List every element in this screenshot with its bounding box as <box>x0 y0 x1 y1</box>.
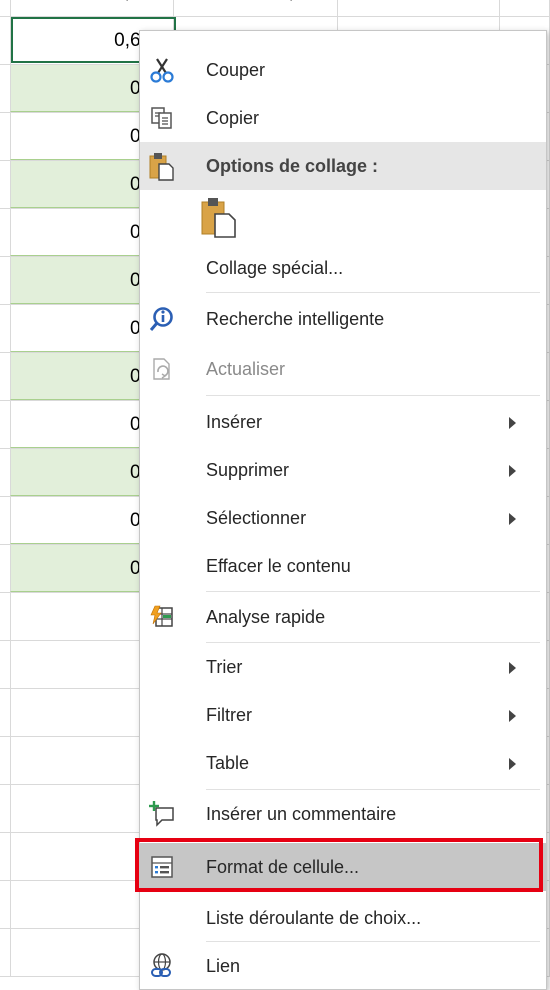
menu-item-refresh: Actualiser <box>140 345 546 393</box>
separator <box>206 395 540 396</box>
submenu-arrow-icon <box>509 465 516 477</box>
menu-item-label: Recherche intelligente <box>206 309 385 329</box>
menu-item-label: Collage spécial... <box>206 258 344 278</box>
clipboard-icon <box>144 148 180 184</box>
menu-item-paste-special[interactable]: Collage spécial... <box>140 244 546 292</box>
cell[interactable]: 0,17 8 <box>174 0 338 16</box>
new-comment-icon <box>144 796 180 832</box>
menu-item-link[interactable]: Lien <box>140 942 546 990</box>
menu-item-table[interactable]: Table <box>140 739 546 787</box>
paste-button[interactable] <box>140 190 546 244</box>
menu-item-label: Insérer <box>206 412 263 432</box>
menu-header-paste-options: Options de collage : <box>140 142 546 190</box>
menu-item-label: Format de cellule... <box>206 857 360 877</box>
menu-item-select[interactable]: Sélectionner <box>140 494 546 542</box>
menu-item-clear-contents[interactable]: Effacer le contenu <box>140 542 546 590</box>
cell[interactable] <box>500 0 550 16</box>
menu-item-insert[interactable]: Insérer <box>140 398 546 446</box>
link-icon <box>144 948 180 984</box>
menu-item-filter[interactable]: Filtrer <box>140 691 546 739</box>
paste-icon <box>196 194 242 240</box>
menu-item-label: Actualiser <box>206 359 286 379</box>
menu-item-quick-analysis[interactable]: Analyse rapide <box>140 593 546 641</box>
submenu-arrow-icon <box>509 710 516 722</box>
separator <box>206 591 540 592</box>
menu-item-delete[interactable]: Supprimer <box>140 446 546 494</box>
format-cells-icon <box>144 849 180 885</box>
menu-item-sort[interactable]: Trier <box>140 643 546 691</box>
menu-item-cut[interactable]: Couper <box>140 46 546 94</box>
menu-item-pick-list[interactable]: Liste déroulante de choix... <box>140 894 546 942</box>
menu-item-smart-lookup[interactable]: Recherche intelligente <box>140 295 546 343</box>
refresh-icon <box>144 351 180 387</box>
submenu-arrow-icon <box>509 662 516 674</box>
table-row: 0,91 8 0,17 8 <box>0 0 550 17</box>
menu-item-label: Trier <box>206 657 243 677</box>
menu-item-label: Liste déroulante de choix... <box>206 908 422 928</box>
menu-item-label: Filtrer <box>206 705 252 725</box>
menu-item-label: Copier <box>206 108 260 128</box>
menu-item-label: Analyse rapide <box>206 607 326 627</box>
submenu-arrow-icon <box>509 758 516 770</box>
menu-item-format-cells[interactable]: Format de cellule... <box>135 838 546 892</box>
scissors-icon <box>144 52 180 88</box>
menu-item-label: Table <box>206 753 250 773</box>
menu-item-label: Lien <box>206 956 241 976</box>
menu-item-label: Insérer un commentaire <box>206 804 397 824</box>
cell[interactable] <box>338 0 500 16</box>
context-menu: Couper Copier Options de collage : Colla… <box>135 30 547 990</box>
menu-item-label: Couper <box>206 60 266 80</box>
menu-item-copy[interactable]: Copier <box>140 94 546 142</box>
menu-item-insert-comment[interactable]: Insérer un commentaire <box>140 790 546 838</box>
quick-analysis-icon <box>144 599 180 635</box>
separator <box>206 292 540 293</box>
cell[interactable]: 0,91 8 <box>10 0 174 16</box>
submenu-arrow-icon <box>509 513 516 525</box>
submenu-arrow-icon <box>509 417 516 429</box>
copy-icon <box>144 100 180 136</box>
smart-lookup-icon <box>144 301 180 337</box>
menu-item-label: Effacer le contenu <box>206 556 351 576</box>
menu-item-label: Supprimer <box>206 460 290 480</box>
menu-item-label: Sélectionner <box>206 508 307 528</box>
menu-item-label: Options de collage : <box>206 156 379 176</box>
